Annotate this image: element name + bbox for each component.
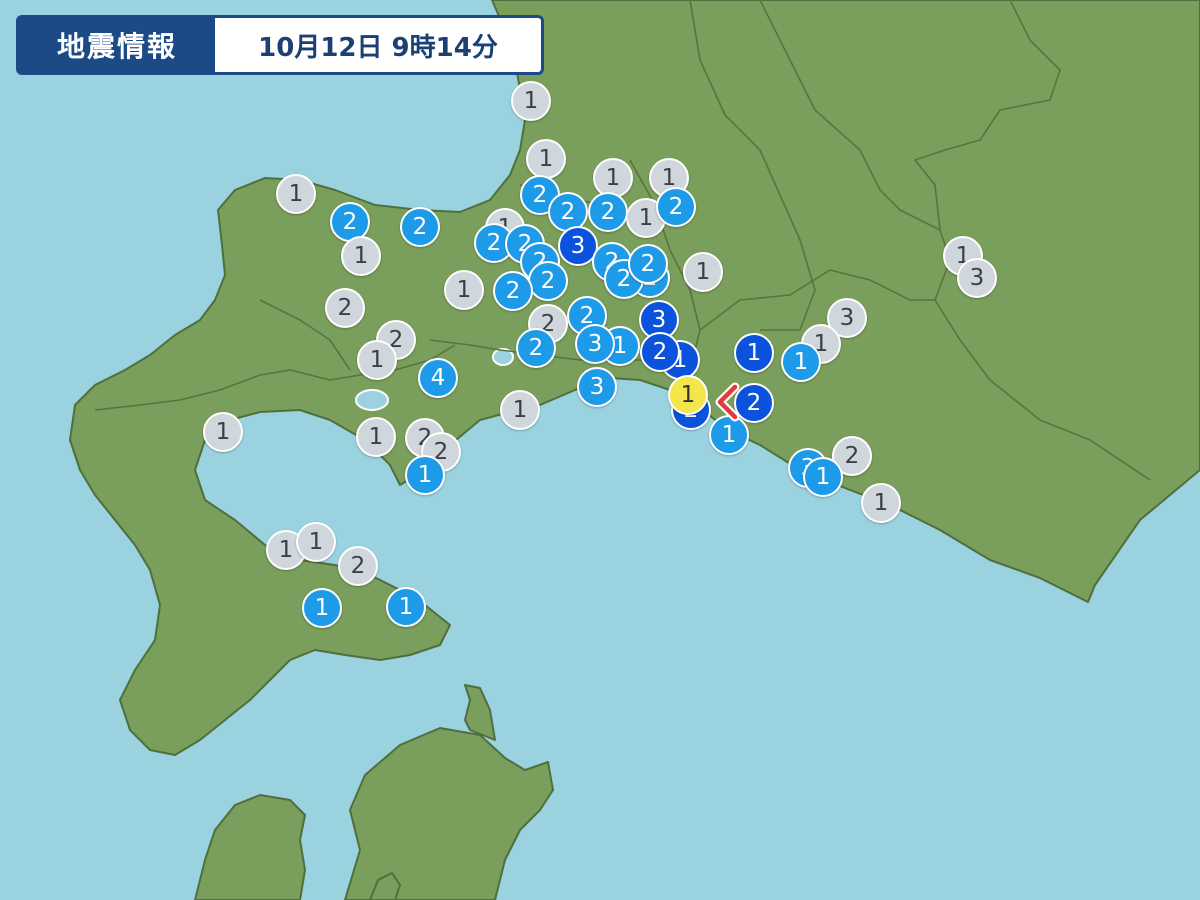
intensity-marker[interactable]: 1: [341, 236, 381, 276]
intensity-marker[interactable]: 1: [861, 483, 901, 523]
intensity-marker[interactable]: 2: [656, 187, 696, 227]
intensity-marker[interactable]: 1: [203, 412, 243, 452]
intensity-marker[interactable]: 1: [683, 252, 723, 292]
intensity-markers: 1 1 1 1 1 2 1 2 1 2 2 2 2 2 3 2 2 2 2 2 …: [0, 0, 1200, 900]
intensity-marker[interactable]: 2: [493, 271, 533, 311]
intensity-marker[interactable]: 1: [803, 457, 843, 497]
intensity-marker[interactable]: 2: [588, 192, 628, 232]
intensity-marker[interactable]: 3: [957, 258, 997, 298]
intensity-marker[interactable]: 2: [528, 261, 568, 301]
intensity-marker[interactable]: 1: [276, 174, 316, 214]
intensity-marker[interactable]: 1: [405, 455, 445, 495]
intensity-marker[interactable]: 1: [526, 139, 566, 179]
epicenter-x-mark-icon: [715, 382, 740, 422]
intensity-marker[interactable]: 1: [781, 342, 821, 382]
intensity-marker[interactable]: 1: [357, 340, 397, 380]
intensity-marker[interactable]: 1: [302, 588, 342, 628]
intensity-marker[interactable]: 2: [640, 332, 680, 372]
map-stage: 地震情報 10月12日 9時14分 1 1 1 1 1 2 1 2 1 2 2 …: [0, 0, 1200, 900]
intensity-marker[interactable]: 1: [500, 390, 540, 430]
intensity-marker[interactable]: 2: [628, 244, 668, 284]
intensity-marker[interactable]: 1: [444, 270, 484, 310]
intensity-marker[interactable]: 1: [356, 417, 396, 457]
intensity-marker[interactable]: 3: [577, 367, 617, 407]
intensity-marker[interactable]: 1: [386, 587, 426, 627]
intensity-marker[interactable]: 1: [734, 333, 774, 373]
intensity-marker[interactable]: 1: [296, 522, 336, 562]
intensity-marker[interactable]: 2: [400, 207, 440, 247]
intensity-marker[interactable]: 1: [668, 375, 708, 415]
intensity-marker[interactable]: 3: [575, 324, 615, 364]
intensity-marker[interactable]: 1: [511, 81, 551, 121]
intensity-marker[interactable]: 2: [338, 546, 378, 586]
intensity-marker[interactable]: 2: [516, 328, 556, 368]
intensity-marker[interactable]: 2: [325, 288, 365, 328]
intensity-marker[interactable]: 4: [418, 358, 458, 398]
